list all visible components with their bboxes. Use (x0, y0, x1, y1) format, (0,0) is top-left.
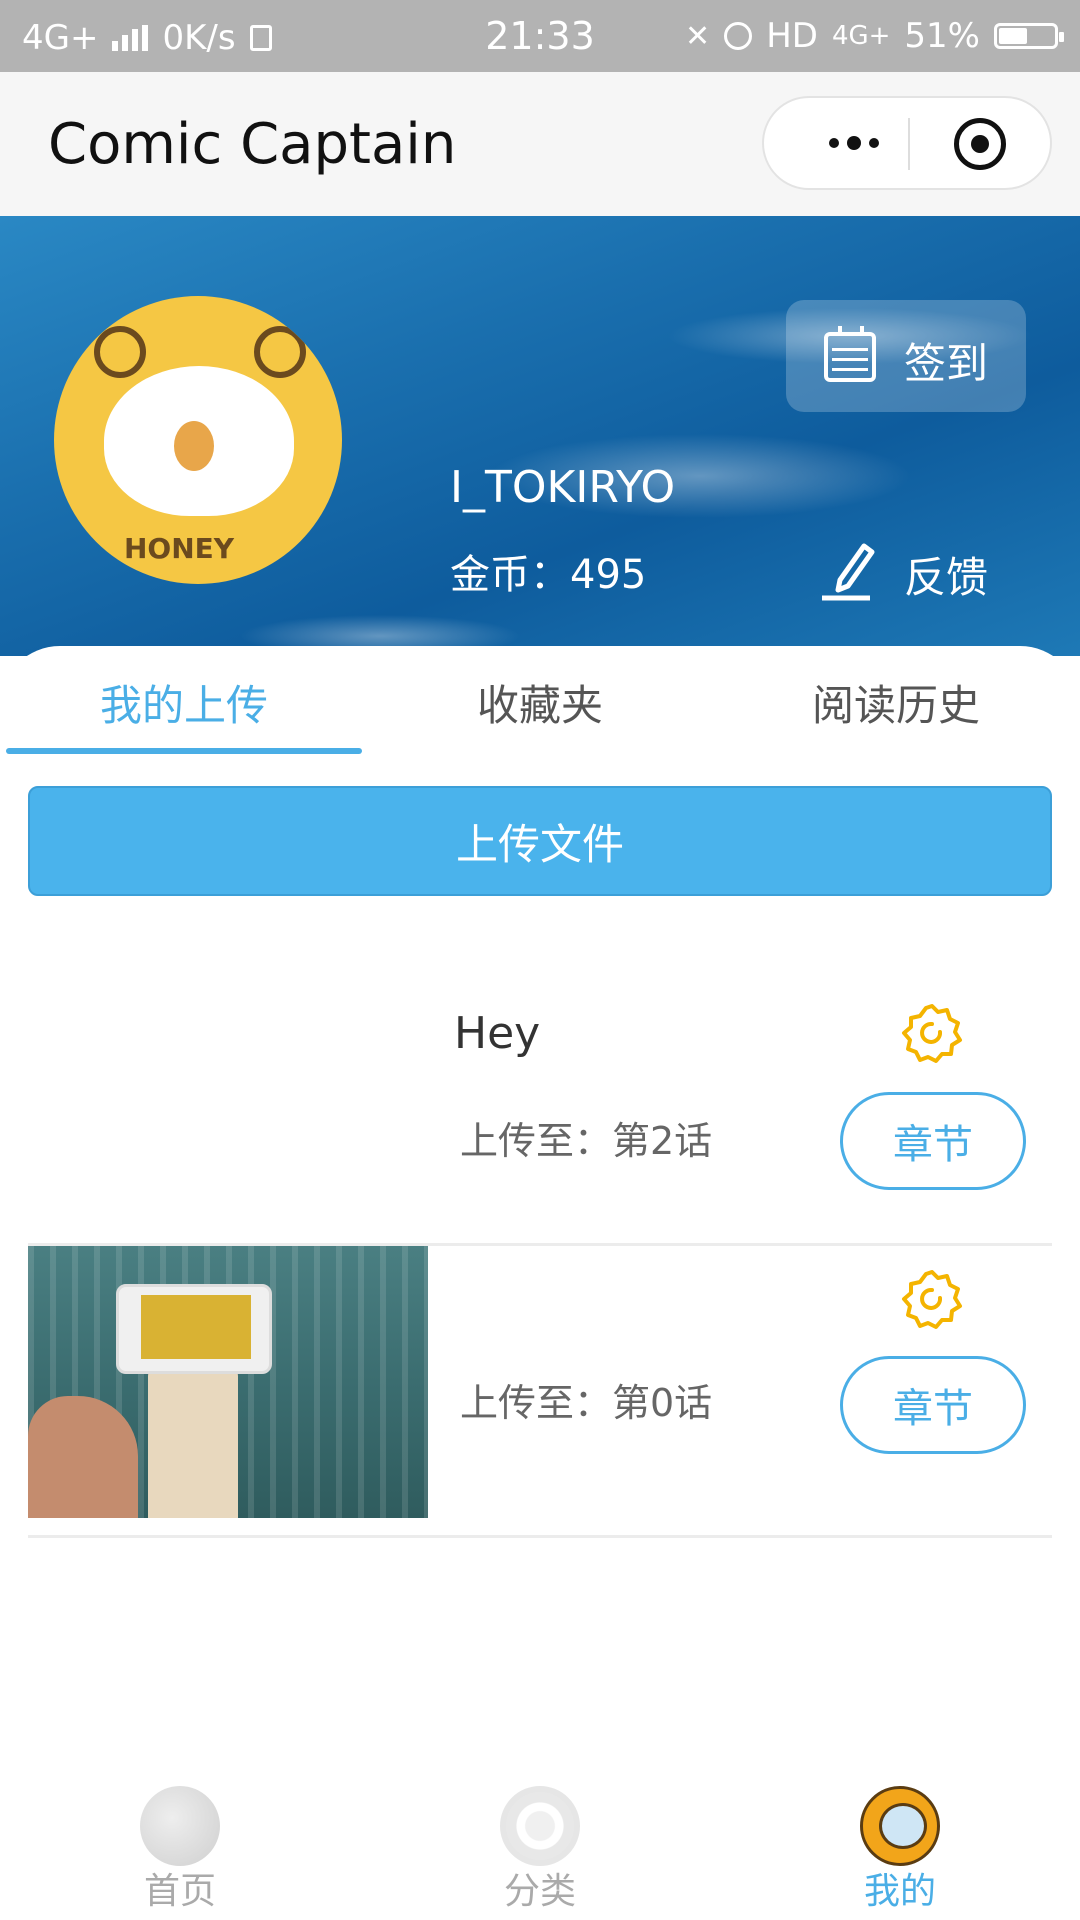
upload-file-button[interactable]: 上传文件 (28, 786, 1052, 896)
hd-label: HD (766, 16, 818, 56)
upload-list-item[interactable]: 上传至：第0话 章节 (28, 1246, 1052, 1538)
upload-progress: 上传至：第0话 (460, 1381, 713, 1425)
planet-icon (140, 1786, 220, 1866)
astronaut-icon (860, 1786, 940, 1866)
upload-thumbnail (28, 1246, 428, 1518)
nav-home[interactable]: 首页 (0, 1776, 360, 1920)
pen-icon (822, 543, 875, 601)
thumbnail-phone (116, 1284, 272, 1374)
nav-home-label: 首页 (143, 1871, 216, 1912)
tab-favorites[interactable]: 收藏夹 (360, 672, 720, 733)
battery-fill (999, 28, 1027, 44)
tab-reading-history[interactable]: 阅读历史 (716, 672, 1076, 733)
orbit-icon (500, 1786, 580, 1866)
miniprogram-capsule (762, 96, 1052, 190)
bottom-nav: 首页 分类 我的 (0, 1776, 1080, 1920)
upload-progress: 上传至：第2话 (460, 1119, 713, 1163)
tab-my-uploads[interactable]: 我的上传 (4, 672, 364, 733)
thumbnail-hand (28, 1396, 138, 1518)
settings-gear-icon[interactable] (900, 1002, 964, 1066)
feedback-label: 反馈 (904, 553, 989, 602)
dot-icon (829, 138, 839, 148)
more-menu-button[interactable] (804, 98, 904, 188)
dot-icon (869, 138, 879, 148)
username: I_TOKIRYO (450, 462, 676, 513)
avatar[interactable]: HONEY (54, 296, 342, 584)
close-miniprogram-button[interactable] (954, 118, 1006, 170)
thumbnail-person (148, 1356, 238, 1518)
checkin-label: 签到 (904, 339, 989, 388)
capsule-divider (908, 118, 910, 170)
avatar-logo-text: HONEY (124, 532, 235, 565)
nav-mine[interactable]: 我的 (720, 1776, 1080, 1920)
content-card: 我的上传 收藏夹 阅读历史 上传文件 Hey 上传至：第2话 章节 上传至：第0… (0, 646, 1080, 1776)
battery-percent: 51% (904, 16, 980, 56)
upload-list-item[interactable]: Hey 上传至：第2话 章节 (28, 952, 1052, 1246)
mute-icon: ✕ (685, 18, 711, 54)
coin-balance: 金币：495 (450, 552, 647, 598)
battery-icon (994, 23, 1064, 49)
avatar-ear-left (94, 326, 146, 378)
nav-mine-label: 我的 (863, 1871, 936, 1912)
feedback-button[interactable]: 反馈 (820, 536, 1020, 606)
title-bar: Comic Captain (0, 72, 1080, 216)
checkin-button[interactable]: 签到 (786, 300, 1026, 412)
alarm-icon (724, 22, 753, 50)
nav-category-label: 分类 (503, 1871, 576, 1912)
dot-icon (847, 136, 861, 150)
calendar-icon (824, 326, 876, 382)
settings-gear-icon[interactable] (900, 1268, 964, 1332)
nav-category[interactable]: 分类 (360, 1776, 720, 1920)
chapter-button[interactable]: 章节 (840, 1092, 1026, 1190)
astronaut-helmet (879, 1803, 927, 1849)
network2-label: 4G+ (831, 21, 891, 51)
status-bar: 4G+ 0K/s 21:33 ✕ HD 4G+ 51% (0, 0, 1080, 72)
profile-header: HONEY 签到 I_TOKIRYO 金币：495 反馈 (0, 216, 1080, 656)
avatar-ear-right (254, 326, 306, 378)
thumbnail-phone-screen (141, 1295, 251, 1359)
chapter-button[interactable]: 章节 (840, 1356, 1026, 1454)
app-title: Comic Captain (48, 112, 457, 177)
upload-title: Hey (454, 1008, 541, 1059)
active-tab-indicator (6, 748, 362, 754)
avatar-beak (174, 421, 214, 471)
tab-bar: 我的上传 收藏夹 阅读历史 (0, 646, 1080, 756)
